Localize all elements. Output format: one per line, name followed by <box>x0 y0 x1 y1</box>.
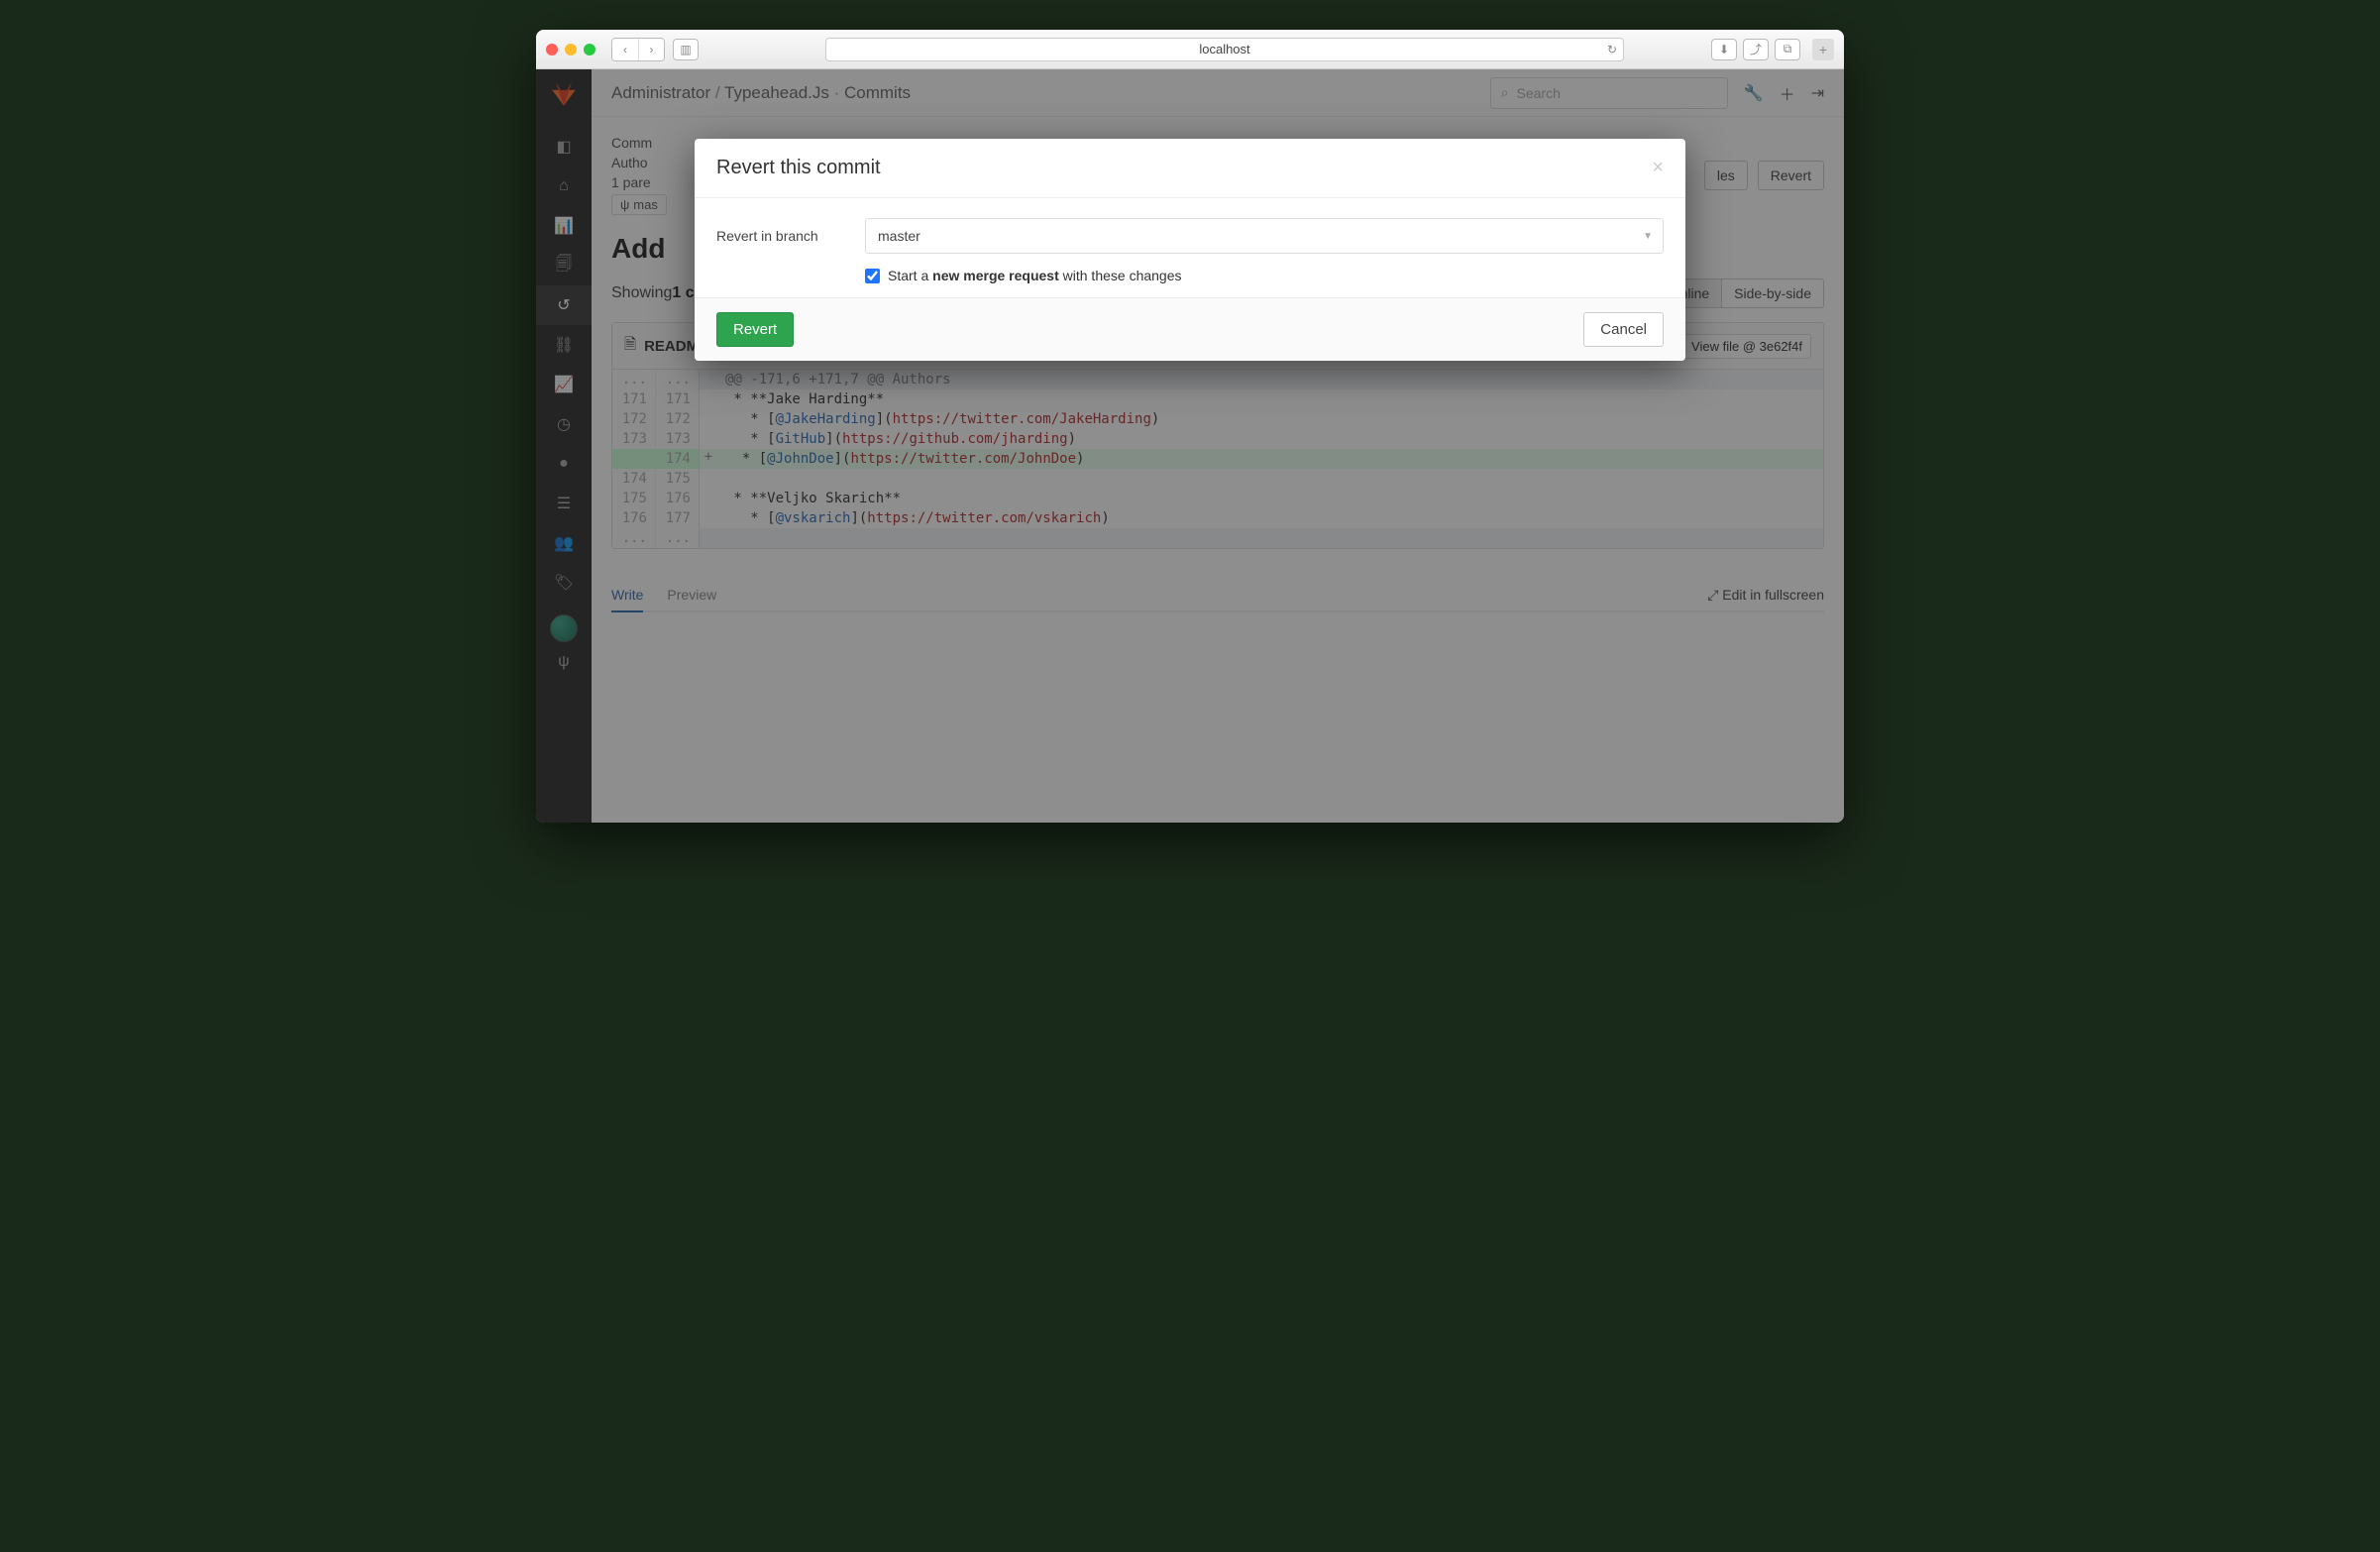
browser-chrome: ‹ › ▥ localhost ↻ ⬇ ⤴ ⧉ + <box>536 30 1844 69</box>
window-minimize[interactable] <box>565 44 577 55</box>
checkbox-label: Start a new merge request with these cha… <box>888 268 1182 283</box>
url-host: localhost <box>826 42 1623 56</box>
tabs-icon[interactable]: ⧉ <box>1775 39 1800 60</box>
close-icon[interactable]: × <box>1652 157 1664 179</box>
window-close[interactable] <box>546 44 558 55</box>
share-icon[interactable]: ⤴ <box>1743 39 1769 60</box>
nav-buttons: ‹ › <box>611 38 665 61</box>
downloads-icon[interactable]: ⬇ <box>1711 39 1737 60</box>
sidebar-toggle[interactable]: ▥ <box>673 39 699 60</box>
merge-request-checkbox[interactable] <box>865 269 880 283</box>
traffic-lights <box>546 44 595 55</box>
revert-modal: Revert this commit × Revert in branch ma… <box>695 139 1685 361</box>
chevron-down-icon: ▼ <box>1643 231 1653 242</box>
branch-value: master <box>878 228 920 244</box>
cancel-button[interactable]: Cancel <box>1583 312 1664 347</box>
new-tab-button[interactable]: + <box>1812 39 1834 60</box>
forward-button[interactable]: › <box>638 39 664 60</box>
branch-select[interactable]: master ▼ <box>865 218 1664 254</box>
revert-submit-button[interactable]: Revert <box>716 312 794 347</box>
modal-title: Revert this commit <box>716 157 881 179</box>
window-zoom[interactable] <box>584 44 595 55</box>
address-bar[interactable]: localhost ↻ <box>825 38 1624 61</box>
chrome-right: ⬇ ⤴ ⧉ <box>1711 39 1800 60</box>
branch-label: Revert in branch <box>716 228 865 244</box>
reload-icon[interactable]: ↻ <box>1607 43 1617 56</box>
back-button[interactable]: ‹ <box>612 39 638 60</box>
